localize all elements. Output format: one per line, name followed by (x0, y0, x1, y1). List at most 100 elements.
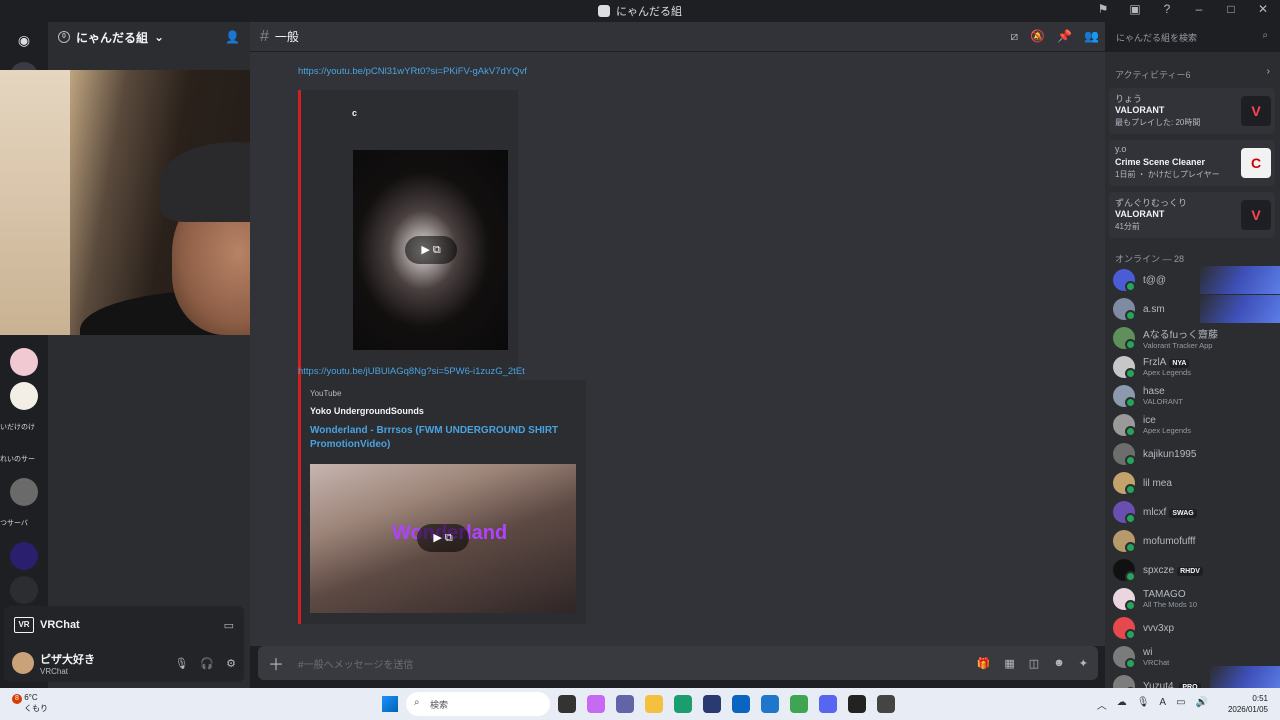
message-link[interactable]: https://youtu.be/pCNl31wYRt0?si=PKiFV-gA… (298, 66, 527, 77)
minimize-button[interactable]: – (1190, 2, 1208, 16)
volume-icon[interactable]: 🔊 (1196, 697, 1208, 712)
member-item[interactable]: ice Apex Legends (1113, 412, 1278, 438)
close-button[interactable]: ✕ (1254, 2, 1272, 16)
server-tag-badge[interactable]: NYA (1169, 359, 1190, 368)
app-icon[interactable] (761, 695, 779, 713)
server-header[interactable]: 0 にゃんだる組 ⌄ 👤 (48, 22, 250, 52)
avatar (1113, 472, 1136, 495)
chevron-right-icon[interactable]: › (1267, 66, 1270, 77)
threads-icon[interactable]: ⧄ (1011, 29, 1019, 44)
discord-icon[interactable] (819, 695, 837, 713)
activity-card[interactable]: りょう VALORANT 最もプレイした: 20時間 V (1109, 88, 1275, 134)
message-list[interactable]: https://youtu.be/pCNl31wYRt0?si=PKiFV-gA… (250, 52, 1105, 646)
play-button[interactable]: ▶ ⧉ (417, 524, 469, 552)
maximize-button[interactable]: □ (1222, 2, 1240, 16)
message-composer[interactable]: ＋ #一般へメッセージを送信 🎁 ▦ ◫ ☻ ✦ (258, 646, 1098, 680)
video-thumbnail[interactable]: Wonderland ▶ ⧉ (310, 464, 576, 613)
server-folder-label[interactable]: いだけのけ (0, 422, 48, 432)
avatar[interactable] (12, 652, 34, 674)
member-item[interactable]: a.sm (1113, 296, 1278, 322)
clock[interactable]: 0:51 2026/01/05 (1228, 693, 1268, 715)
server-folder-label[interactable]: れいのサー (0, 454, 48, 464)
member-item[interactable]: lil mea (1113, 470, 1278, 496)
microphone-icon[interactable]: 🎙 (174, 657, 188, 670)
gift-icon[interactable]: 🎁 (977, 657, 991, 670)
member-item[interactable]: hase VALORANT (1113, 383, 1278, 409)
gear-icon[interactable]: ⚙ (226, 657, 236, 670)
member-info: FrzlA NYA Apex Legends (1143, 357, 1191, 377)
member-item[interactable]: spxcze RHDV (1113, 557, 1278, 583)
member-item[interactable]: FrzlA NYA Apex Legends (1113, 354, 1278, 380)
outlook-icon[interactable] (732, 695, 750, 713)
taskbar-search-label: 検索 (430, 700, 449, 710)
member-item[interactable]: Aなるfuっく齋藤 Valorant Tracker App (1113, 325, 1278, 351)
inbox-flag-icon[interactable]: ⚑ (1094, 2, 1112, 16)
activity-card[interactable]: y.o Crime Scene Cleaner 1日前 ・ かけだしプレイヤー … (1109, 140, 1275, 186)
member-info: Aなるfuっく齋藤 Valorant Tracker App (1143, 326, 1218, 350)
task-view-icon[interactable] (558, 695, 576, 713)
ime-icon[interactable]: A (1159, 697, 1166, 712)
server-icon[interactable] (10, 576, 38, 604)
user-status: VRChat (40, 666, 69, 676)
start-button[interactable] (382, 696, 398, 712)
obs-icon[interactable] (848, 695, 866, 713)
gif-icon[interactable]: ▦ (1004, 657, 1014, 670)
play-button[interactable]: ▶ ⧉ (405, 236, 457, 264)
webcam-background (0, 70, 70, 335)
server-tag-badge[interactable]: SWAG (1169, 508, 1197, 518)
notification-mute-icon[interactable]: 🔕 (1030, 29, 1045, 44)
member-item[interactable]: t@@ (1113, 267, 1278, 293)
embed-title[interactable]: Wonderland - Brrrsos (FWM UNDERGROUND SH… (310, 424, 570, 452)
weather-temp: 6°C (24, 693, 38, 702)
member-item[interactable]: TAMAGO All The Mods 10 (1113, 586, 1278, 612)
member-item[interactable]: mofumofufff (1113, 528, 1278, 554)
embed-author[interactable]: Yoko UndergroundSounds (310, 406, 424, 416)
invite-people-icon[interactable]: 👤 (225, 30, 240, 44)
screen-share-icon[interactable]: ▭ (224, 619, 234, 632)
cloud-icon[interactable]: ☁ (1117, 697, 1127, 712)
store-icon[interactable] (703, 695, 721, 713)
member-name-text: Yuzut4. (1143, 680, 1177, 689)
message-link[interactable]: https://youtu.be/jUBUlAGq8Ng?si=5PW6-i1z… (298, 366, 525, 377)
screen-icon[interactable]: ▣ (1126, 2, 1144, 16)
pin-icon[interactable]: 📌 (1057, 29, 1072, 44)
server-icon[interactable] (10, 478, 38, 506)
window-title: にゃんだる組 (616, 6, 682, 18)
emoji-icon[interactable]: ☻ (1053, 657, 1065, 670)
copilot-icon[interactable] (587, 695, 605, 713)
server-tag-badge[interactable]: RHDV (1177, 566, 1203, 576)
activity-card[interactable]: ずんぐりむっくり VALORANT 41分前 V (1109, 192, 1275, 238)
discord-home-icon[interactable]: ◉ (10, 26, 38, 54)
activity-panel[interactable]: VR VRChat ▭ (4, 606, 244, 644)
apps-icon[interactable]: ✦ (1079, 657, 1088, 670)
weather-widget[interactable]: 8 6°C くもり (12, 693, 48, 714)
server-icon[interactable] (10, 382, 38, 410)
member-item[interactable]: wi VRChat (1113, 644, 1278, 670)
server-icon[interactable] (10, 348, 38, 376)
file-explorer-icon[interactable] (645, 695, 663, 713)
vrchat-icon[interactable] (877, 695, 895, 713)
edge-icon[interactable] (674, 695, 692, 713)
member-list-icon[interactable]: 👥 (1084, 29, 1099, 44)
sticker-icon[interactable]: ◫ (1029, 657, 1039, 670)
member-item[interactable]: kajikun1995 (1113, 441, 1278, 467)
search-input[interactable]: にゃんだる組を検索 ⌕ (1110, 28, 1274, 46)
activity-detail: 最もプレイした: 20時間 (1115, 118, 1201, 127)
video-thumbnail[interactable]: ▶ ⧉ (353, 150, 508, 350)
server-icon[interactable] (10, 542, 38, 570)
taskbar-search[interactable]: ⌕ 検索 (406, 692, 550, 716)
member-item[interactable]: Yuzut4. PRO (1113, 673, 1278, 688)
headphones-icon[interactable]: 🎧 (200, 657, 214, 670)
member-name: lil mea (1143, 478, 1172, 489)
app-icon[interactable] (790, 695, 808, 713)
member-item[interactable]: vvv3xp (1113, 615, 1278, 641)
user-name: ピザ大好き (40, 653, 95, 666)
teams-icon[interactable] (616, 695, 634, 713)
network-icon[interactable]: ▭ (1176, 697, 1185, 712)
help-icon[interactable]: ? (1158, 2, 1176, 16)
add-attachment-icon[interactable]: ＋ (268, 651, 284, 675)
microphone-icon[interactable]: 🎙 (1137, 697, 1150, 712)
member-item[interactable]: mlcxf SWAG (1113, 499, 1278, 525)
chevron-up-icon[interactable]: ︿ (1097, 697, 1107, 712)
server-folder-label[interactable]: つサーバ (0, 518, 48, 528)
